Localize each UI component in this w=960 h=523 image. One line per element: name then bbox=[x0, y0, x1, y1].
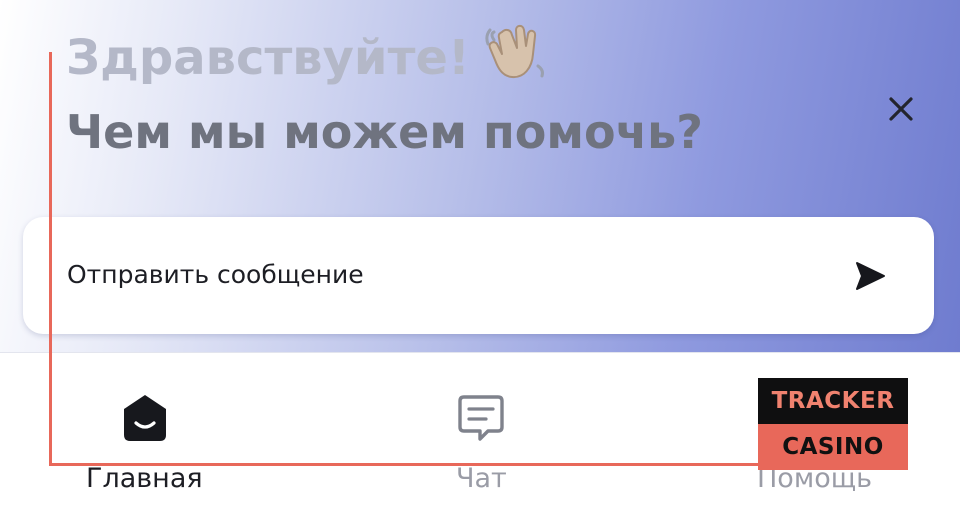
waving-hand-icon bbox=[485, 24, 544, 79]
chat-icon bbox=[458, 395, 504, 441]
watermark-line1: TRACKER bbox=[758, 378, 908, 424]
tab-chat[interactable]: Чат bbox=[330, 353, 630, 523]
send-message-label: Отправить сообщение bbox=[67, 260, 364, 289]
messenger-widget: Здравствуйте! Чем мы можем помочь? Отпра… bbox=[0, 0, 960, 523]
greeting-text: Здравствуйте! bbox=[66, 30, 470, 86]
greeting-line: Здравствуйте! bbox=[66, 22, 550, 90]
home-icon bbox=[124, 395, 166, 441]
send-message-card[interactable]: Отправить сообщение bbox=[23, 217, 934, 334]
send-arrow-icon[interactable] bbox=[853, 260, 887, 292]
close-icon[interactable] bbox=[880, 88, 922, 130]
watermark-line2: CASINO bbox=[758, 424, 908, 470]
tab-home-label: Главная bbox=[86, 463, 203, 494]
help-question: Чем мы можем помочь? bbox=[66, 105, 703, 159]
tab-chat-label: Чат bbox=[456, 463, 507, 494]
watermark-badge: TRACKER CASINO bbox=[758, 378, 908, 470]
tab-home[interactable]: Главная bbox=[0, 353, 300, 523]
